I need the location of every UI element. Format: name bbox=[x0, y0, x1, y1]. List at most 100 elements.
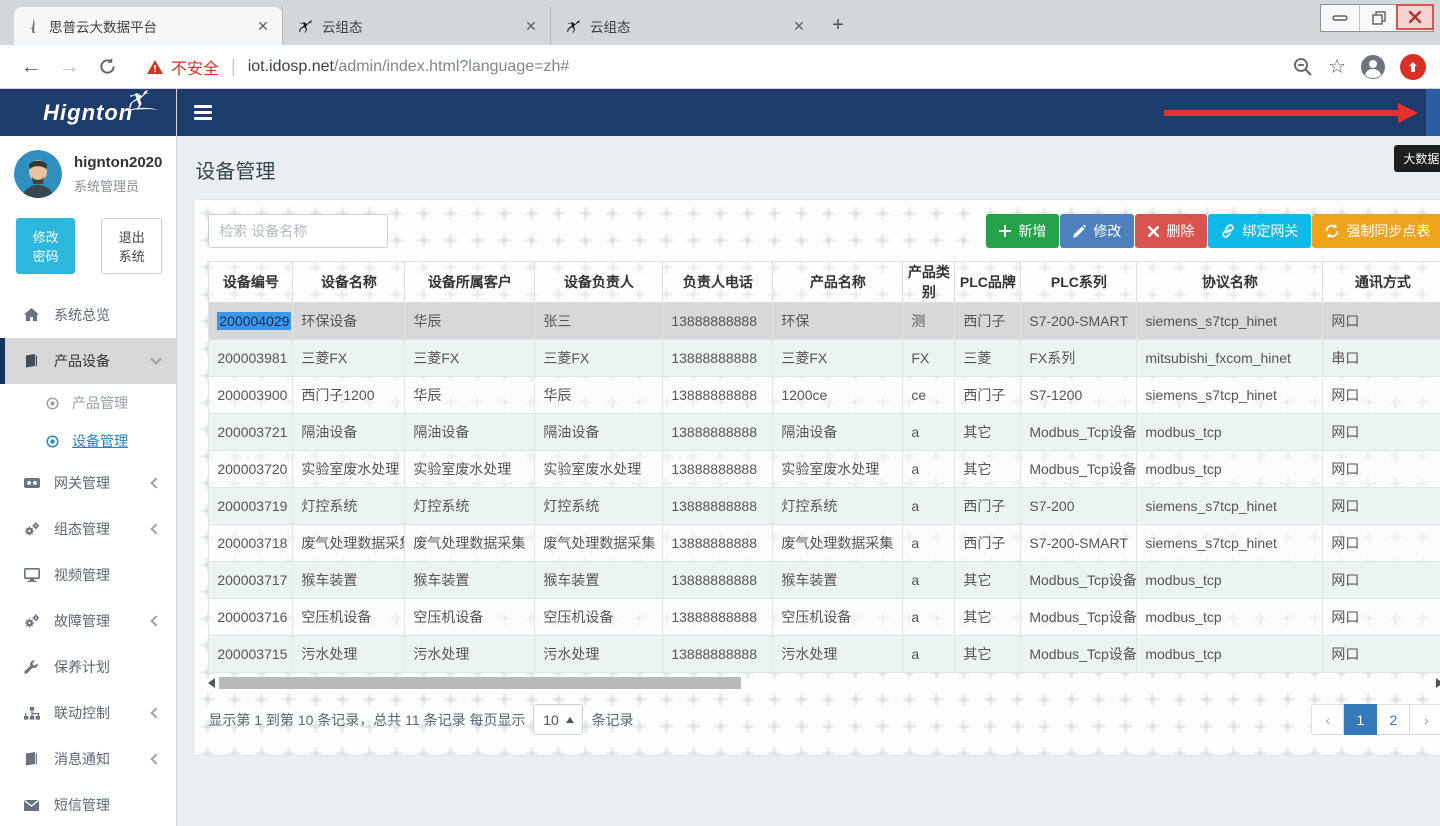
table-cell: 隔油设备 bbox=[293, 414, 405, 451]
table-cell: 空压机设备 bbox=[535, 599, 663, 636]
table-cell: 串口 bbox=[1323, 340, 1440, 377]
table-cell: 三菱FX bbox=[535, 340, 663, 377]
sidebar-item-system-overview[interactable]: 系统总览 bbox=[0, 292, 176, 338]
column-header: 设备名称 bbox=[293, 262, 405, 303]
tab-close-icon[interactable]: ✕ bbox=[522, 17, 540, 35]
table-cell: modbus_tcp bbox=[1137, 562, 1323, 599]
table-cell: 灯控系统 bbox=[293, 488, 405, 525]
table-header-row: 设备编号设备名称设备所属客户设备负责人负责人电话产品名称产品类别PLC品牌PLC… bbox=[209, 262, 1440, 303]
table-cell: 污水处理 bbox=[293, 636, 405, 673]
bind-gateway-button[interactable]: 绑定网关 bbox=[1208, 214, 1311, 248]
table-cell: 13888888888 bbox=[663, 340, 773, 377]
add-button[interactable]: 新增 bbox=[986, 214, 1059, 248]
sidebar-item-fault-management[interactable]: 故障管理 bbox=[0, 598, 176, 644]
table-row[interactable]: 200003716空压机设备空压机设备空压机设备13888888888空压机设备… bbox=[209, 599, 1440, 636]
url-text[interactable]: iot.idosp.net/admin/index.html?language=… bbox=[248, 58, 570, 76]
back-icon[interactable]: ← bbox=[14, 50, 48, 84]
table-cell: 空压机设备 bbox=[405, 599, 535, 636]
table-row[interactable]: 200003900西门子1200华辰华辰138888888881200cece西… bbox=[209, 377, 1440, 414]
table-cell: 其它 bbox=[955, 451, 1021, 488]
book-icon bbox=[24, 354, 42, 368]
zoom-out-icon[interactable] bbox=[1292, 56, 1314, 78]
tab-close-icon[interactable]: ✕ bbox=[254, 17, 272, 35]
table-row[interactable]: 200003715污水处理污水处理污水处理13888888888污水处理a其它M… bbox=[209, 636, 1440, 673]
sidebar-item-product-management[interactable]: 产品管理 bbox=[0, 384, 176, 422]
table-row[interactable]: 200003719灯控系统灯控系统灯控系统13888888888灯控系统a西门子… bbox=[209, 488, 1440, 525]
browser-tab-2[interactable]: 云组态 ✕ bbox=[282, 7, 550, 45]
table-row[interactable]: 200003721隔油设备隔油设备隔油设备13888888888隔油设备a其它M… bbox=[209, 414, 1440, 451]
force-sync-button[interactable]: 强制同步点表 bbox=[1312, 214, 1440, 248]
pagination-prev-button[interactable]: ‹ bbox=[1311, 704, 1344, 735]
edit-button[interactable]: 修改 bbox=[1060, 214, 1134, 248]
sidebar-item-linkage-control[interactable]: 联动控制 bbox=[0, 690, 176, 736]
table-row[interactable]: 200003720实验室废水处理实验室废水处理实验室废水处理1388888888… bbox=[209, 451, 1440, 488]
tab-title: 云组态 bbox=[590, 16, 781, 36]
table-cell: 灯控系统 bbox=[773, 488, 903, 525]
column-header: 负责人电话 bbox=[663, 262, 773, 303]
window-restore-button[interactable] bbox=[1359, 5, 1397, 31]
tab-close-icon[interactable]: ✕ bbox=[790, 17, 808, 35]
table-cell: 1200ce bbox=[773, 377, 903, 414]
table-cell: 隔油设备 bbox=[773, 414, 903, 451]
sidebar-toggle-hamburger-icon[interactable] bbox=[177, 89, 227, 136]
search-input[interactable] bbox=[208, 214, 388, 248]
column-header: 通讯方式 bbox=[1323, 262, 1440, 303]
sidebar-item-sms-management[interactable]: 短信管理 bbox=[0, 782, 176, 826]
horizontal-scrollbar[interactable] bbox=[208, 675, 1440, 691]
change-password-button[interactable]: 修改密码 bbox=[16, 218, 75, 274]
page-size-select[interactable]: 10 bbox=[533, 704, 583, 735]
profile-icon[interactable] bbox=[1360, 54, 1386, 80]
browser-tab-3[interactable]: 云组态 ✕ bbox=[550, 7, 818, 45]
security-indicator[interactable]: 不安全 bbox=[146, 55, 219, 79]
scroll-left-icon[interactable] bbox=[208, 678, 215, 688]
bookmark-star-icon[interactable]: ☆ bbox=[1328, 54, 1346, 79]
column-header: PLC系列 bbox=[1021, 262, 1137, 303]
new-tab-button[interactable]: + bbox=[824, 12, 852, 40]
table-cell: 实验室废水处理 bbox=[773, 451, 903, 488]
sidebar-item-message-notification[interactable]: 消息通知 bbox=[0, 736, 176, 782]
sidebar-item-scada-management[interactable]: 组态管理 bbox=[0, 506, 176, 552]
sidebar-item-product-device[interactable]: 产品设备 bbox=[0, 338, 176, 384]
pagination-page-1[interactable]: 1 bbox=[1344, 704, 1377, 735]
pagination-next-button[interactable]: › bbox=[1410, 704, 1440, 735]
pagination-page-2[interactable]: 2 bbox=[1377, 704, 1410, 735]
chevron-left-icon bbox=[151, 615, 162, 626]
logout-button[interactable]: 退出系统 bbox=[101, 218, 162, 274]
plus-icon bbox=[999, 225, 1011, 237]
top-navbar bbox=[177, 89, 1440, 136]
table-cell: 13888888888 bbox=[663, 451, 773, 488]
window-close-button[interactable] bbox=[1396, 4, 1434, 30]
table-cell: 西门子1200 bbox=[293, 377, 405, 414]
delete-button[interactable]: 删除 bbox=[1135, 214, 1207, 248]
column-header: 产品名称 bbox=[773, 262, 903, 303]
table-cell: 三菱FX bbox=[293, 340, 405, 377]
window-minimize-button[interactable] bbox=[1321, 5, 1359, 31]
reload-icon[interactable] bbox=[90, 50, 124, 84]
pencil-icon bbox=[1073, 225, 1086, 238]
table-cell: Modbus_Tcp设备 bbox=[1021, 451, 1137, 488]
table-cell: 测 bbox=[903, 303, 955, 340]
sidebar-item-maintenance-plan[interactable]: 保养计划 bbox=[0, 644, 176, 690]
url-path: /admin/index.html?language=zh# bbox=[334, 58, 569, 75]
browser-url-bar: ← → 不安全 | iot.idosp.net/admin/index.html… bbox=[0, 45, 1440, 89]
browser-update-icon[interactable] bbox=[1400, 54, 1426, 80]
table-row[interactable]: 200003717猴车装置猴车装置猴车装置13888888888猴车装置a其它M… bbox=[209, 562, 1440, 599]
forward-icon[interactable]: → bbox=[52, 50, 86, 84]
scroll-right-icon[interactable] bbox=[1436, 678, 1440, 688]
table-cell: 200003719 bbox=[209, 488, 293, 525]
sidebar-item-video-management[interactable]: 视频管理 bbox=[0, 552, 176, 598]
user-avatar[interactable] bbox=[14, 150, 62, 198]
scrollbar-thumb[interactable] bbox=[219, 677, 741, 689]
table-cell: 实验室废水处理 bbox=[405, 451, 535, 488]
refresh-icon bbox=[1325, 224, 1339, 238]
table-cell: S7-1200 bbox=[1021, 377, 1137, 414]
table-row[interactable]: 200003981三菱FX三菱FX三菱FX13888888888三菱FXFX三菱… bbox=[209, 340, 1440, 377]
sidebar-item-gateway-management[interactable]: 网关管理 bbox=[0, 460, 176, 506]
browser-tab-1[interactable]: 思普云大数据平台 ✕ bbox=[14, 7, 282, 45]
column-header: 协议名称 bbox=[1137, 262, 1323, 303]
table-cell: 环保设备 bbox=[293, 303, 405, 340]
table-row[interactable]: 200003718废气处理数据采集废气处理数据采集废气处理数据采集1388888… bbox=[209, 525, 1440, 562]
table-row[interactable]: 200004029环保设备华辰张三13888888888环保测西门子S7-200… bbox=[209, 303, 1440, 340]
sidebar-item-device-management[interactable]: 设备管理 bbox=[0, 422, 176, 460]
scrollbar-track[interactable] bbox=[219, 677, 1432, 689]
